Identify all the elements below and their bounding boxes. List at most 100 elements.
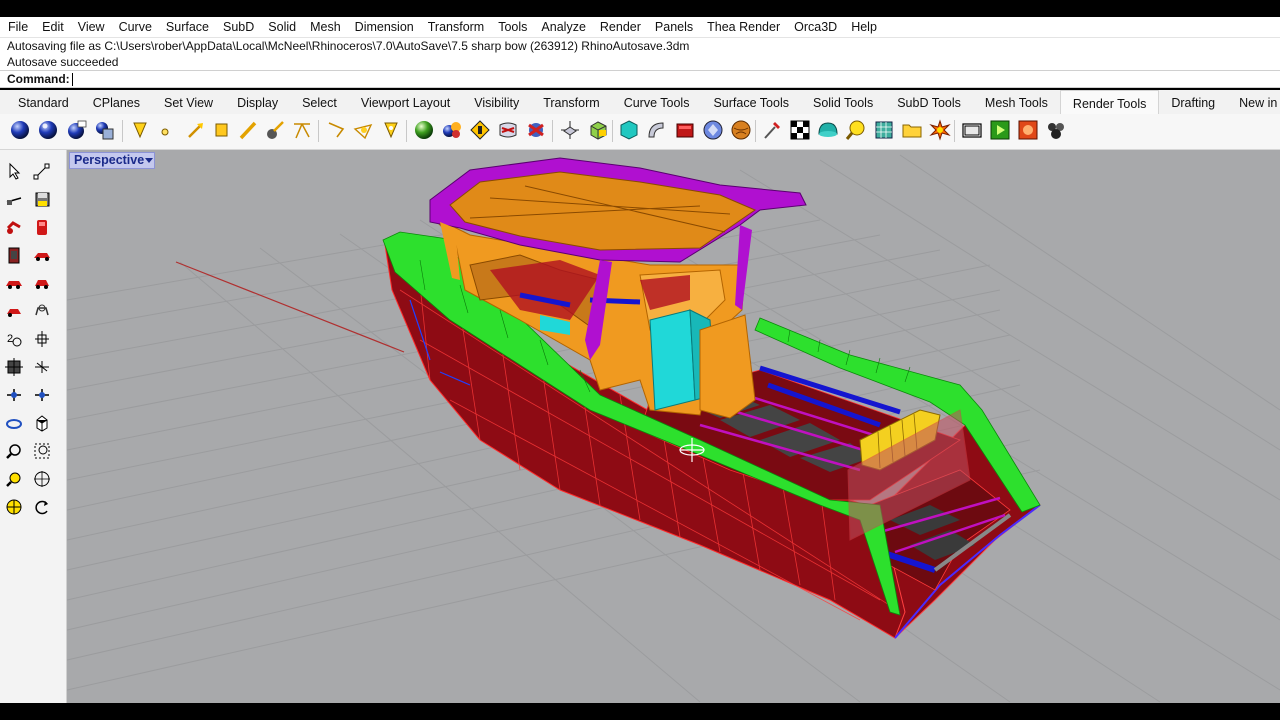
mesh-object-icon[interactable] xyxy=(617,118,641,142)
tab-render-tools[interactable]: Render Tools xyxy=(1059,90,1160,114)
tab-surface-tools[interactable]: Surface Tools xyxy=(701,90,801,114)
zoom-selected-icon[interactable] xyxy=(3,468,25,490)
tab-new-in-v7[interactable]: New in V7 xyxy=(1227,90,1280,114)
zoom-extents-icon[interactable] xyxy=(31,440,53,462)
record-animation-icon[interactable] xyxy=(1016,118,1040,142)
eyedropper-icon[interactable] xyxy=(760,118,784,142)
render-sphere-icon[interactable] xyxy=(8,118,32,142)
texture-ball-icon[interactable] xyxy=(729,118,753,142)
rendered-cylinder-icon[interactable] xyxy=(701,118,725,142)
menu-view[interactable]: View xyxy=(78,20,105,34)
render-region-icon[interactable] xyxy=(92,118,116,142)
menu-curve[interactable]: Curve xyxy=(119,20,152,34)
render-settings-icon[interactable] xyxy=(1044,118,1068,142)
material-editor-icon[interactable] xyxy=(412,118,436,142)
save-icon[interactable] xyxy=(31,188,53,210)
polygon-tool-icon[interactable] xyxy=(31,272,53,294)
menu-solid[interactable]: Solid xyxy=(268,20,296,34)
box-render-icon[interactable] xyxy=(673,118,697,142)
arc-tool-icon[interactable] xyxy=(31,244,53,266)
freeform-tool-icon[interactable] xyxy=(31,300,53,322)
texture-mapping-icon[interactable] xyxy=(586,118,610,142)
magnifier-render-icon[interactable] xyxy=(844,118,868,142)
menu-transform[interactable]: Transform xyxy=(428,20,485,34)
tab-set-view[interactable]: Set View xyxy=(152,90,225,114)
circle-tool-icon[interactable] xyxy=(3,244,25,266)
zoom-window-icon[interactable] xyxy=(3,440,25,462)
menu-subd[interactable]: SubD xyxy=(223,20,254,34)
tab-transform[interactable]: Transform xyxy=(531,90,612,114)
cyan-tank[interactable] xyxy=(649,309,696,411)
checker-texture-icon[interactable] xyxy=(788,118,812,142)
menu-thea-render[interactable]: Thea Render xyxy=(707,20,780,34)
select-arrow-icon[interactable] xyxy=(3,160,25,182)
point-select-icon[interactable] xyxy=(31,160,53,182)
tab-cplanes[interactable]: CPlanes xyxy=(81,90,152,114)
viewport-title[interactable]: Perspective xyxy=(69,152,145,169)
render-window-sphere-icon[interactable] xyxy=(64,118,88,142)
mesh-tool-icon[interactable] xyxy=(31,356,53,378)
tab-solid-tools[interactable]: Solid Tools xyxy=(801,90,885,114)
calculator-grid-icon[interactable] xyxy=(872,118,896,142)
render-preview-sphere-icon[interactable] xyxy=(36,118,60,142)
dome-icon[interactable] xyxy=(816,118,840,142)
ground-plane-icon[interactable] xyxy=(524,118,548,142)
directional-light-icon[interactable] xyxy=(184,118,208,142)
tab-select[interactable]: Select xyxy=(290,90,349,114)
rotate-view-icon[interactable] xyxy=(3,496,25,518)
spotlight-icon[interactable] xyxy=(128,118,152,142)
menu-dimension[interactable]: Dimension xyxy=(355,20,414,34)
torus-icon[interactable] xyxy=(644,118,668,142)
ellipse-tool-icon[interactable] xyxy=(3,272,25,294)
light-target-icon[interactable] xyxy=(290,118,314,142)
folder-icon[interactable] xyxy=(900,118,924,142)
texture-palette-icon[interactable] xyxy=(468,118,492,142)
tab-curve-tools[interactable]: Curve Tools xyxy=(612,90,702,114)
sun-angle-icon[interactable] xyxy=(324,118,348,142)
explosion-render-icon[interactable] xyxy=(928,118,952,142)
tab-mesh-tools[interactable]: Mesh Tools xyxy=(973,90,1060,114)
decal-icon[interactable] xyxy=(496,118,520,142)
menu-edit[interactable]: Edit xyxy=(42,20,64,34)
rectangle-tool-icon[interactable] xyxy=(31,216,53,238)
point-light-icon[interactable] xyxy=(153,118,177,142)
play-animation-icon[interactable] xyxy=(988,118,1012,142)
curve-tool-icon[interactable] xyxy=(3,300,25,322)
linear-light-options-icon[interactable] xyxy=(263,118,287,142)
viewport-menu-chevron-down-icon[interactable] xyxy=(144,152,155,169)
perspective-viewport[interactable]: Perspective xyxy=(67,150,1280,703)
rotate-tool-icon[interactable] xyxy=(3,412,25,434)
tab-visibility[interactable]: Visibility xyxy=(462,90,531,114)
line-tool-icon[interactable] xyxy=(3,188,25,210)
screen-capture-icon[interactable] xyxy=(960,118,984,142)
scale-tool-icon[interactable] xyxy=(31,412,53,434)
camera-target-icon[interactable] xyxy=(558,118,582,142)
tab-standard[interactable]: Standard xyxy=(6,90,81,114)
menu-render[interactable]: Render xyxy=(600,20,641,34)
rectangular-light-icon[interactable] xyxy=(209,118,233,142)
surface-tool-icon[interactable] xyxy=(31,328,53,350)
menu-analyze[interactable]: Analyze xyxy=(541,20,585,34)
environment-editor-icon[interactable] xyxy=(440,118,464,142)
tab-subd-tools[interactable]: SubD Tools xyxy=(885,90,973,114)
menu-file[interactable]: File xyxy=(8,20,28,34)
linear-light-icon[interactable] xyxy=(236,118,260,142)
menu-help[interactable]: Help xyxy=(851,20,877,34)
menu-mesh[interactable]: Mesh xyxy=(310,20,341,34)
text-tool-icon[interactable]: 2 xyxy=(3,328,25,350)
menu-surface[interactable]: Surface xyxy=(166,20,209,34)
tab-display[interactable]: Display xyxy=(225,90,290,114)
menu-tools[interactable]: Tools xyxy=(498,20,527,34)
sun-options-icon[interactable] xyxy=(379,118,403,142)
command-input[interactable] xyxy=(71,72,672,86)
pan-tool-icon[interactable] xyxy=(31,468,53,490)
solid-tool-icon[interactable] xyxy=(3,356,25,378)
menu-panels[interactable]: Panels xyxy=(655,20,693,34)
tab-drafting[interactable]: Drafting xyxy=(1159,90,1227,114)
menu-orca3d[interactable]: Orca3D xyxy=(794,20,837,34)
undo-view-icon[interactable] xyxy=(31,496,53,518)
polyline-tool-icon[interactable] xyxy=(3,216,25,238)
sun-icon[interactable] xyxy=(351,118,375,142)
tab-viewport-layout[interactable]: Viewport Layout xyxy=(349,90,462,114)
move-tool-icon[interactable] xyxy=(3,384,25,406)
